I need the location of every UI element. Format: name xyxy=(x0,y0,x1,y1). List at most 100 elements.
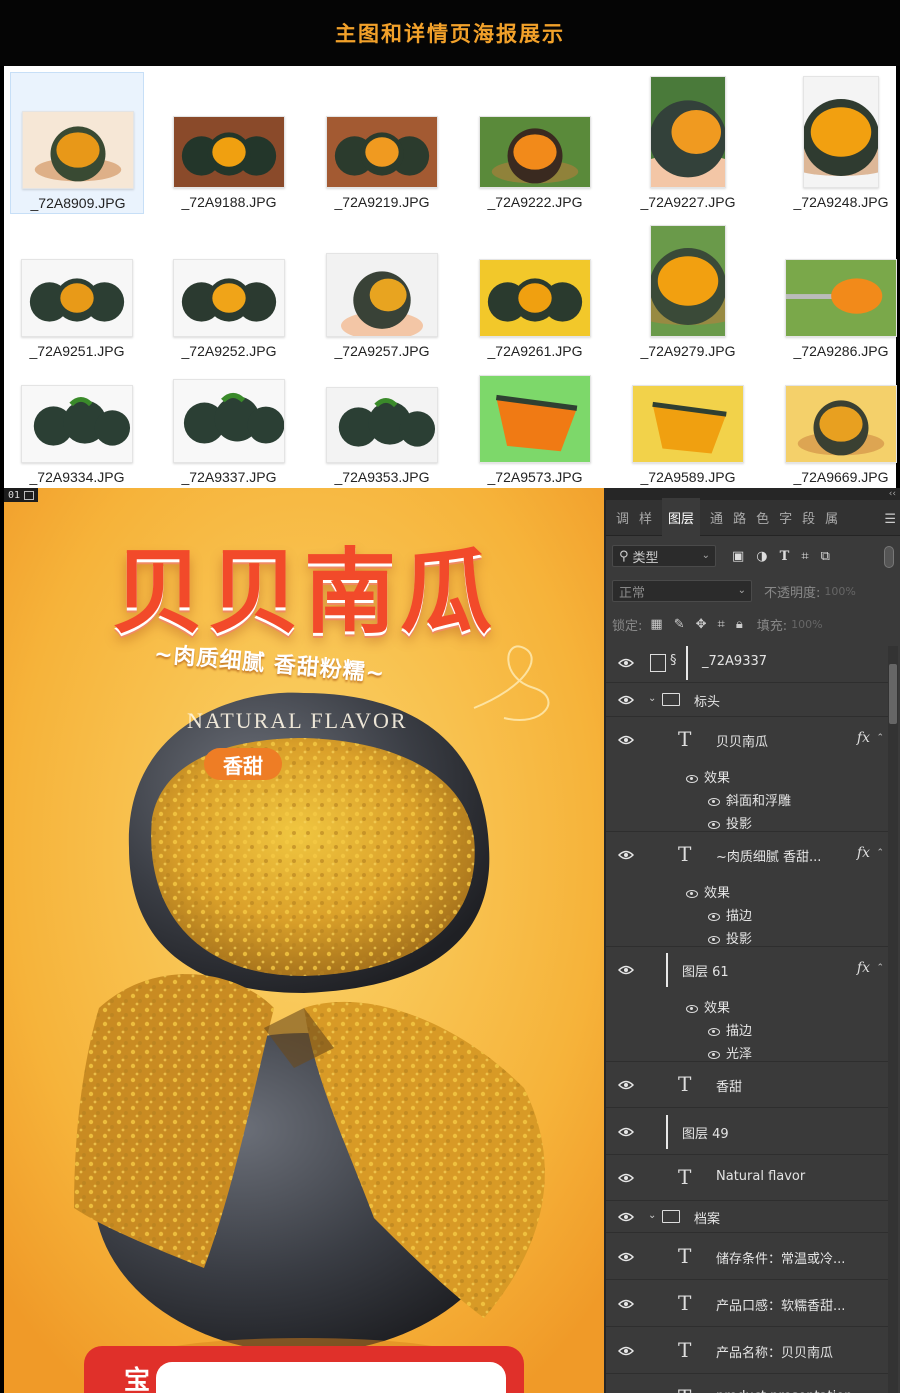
file-thumbnail[interactable] xyxy=(650,225,726,337)
file-thumbnail[interactable] xyxy=(632,385,744,463)
chevron-up-icon[interactable]: ⌃ xyxy=(876,848,884,858)
file-item[interactable]: _72A9188.JPG xyxy=(162,72,296,214)
chevron-up-icon[interactable]: ⌃ xyxy=(876,963,884,973)
effect-visibility-icon[interactable] xyxy=(708,935,720,944)
layer-row[interactable]: Tproduct presentation xyxy=(606,1374,888,1393)
file-thumbnail[interactable] xyxy=(479,116,591,188)
file-thumbnail[interactable] xyxy=(173,379,285,463)
file-item[interactable]: _72A9353.JPG xyxy=(315,341,449,489)
layer-row[interactable]: T 产品口感：软糯香甜... xyxy=(606,1280,888,1327)
fill-input[interactable]: 100% xyxy=(791,618,822,631)
panel-tab[interactable]: 段 xyxy=(802,508,815,527)
file-thumbnail[interactable] xyxy=(326,116,438,188)
file-thumbnail[interactable] xyxy=(22,111,134,189)
layer-row[interactable]: T 香甜 xyxy=(606,1062,888,1108)
file-thumbnail[interactable] xyxy=(326,387,438,463)
effect-item[interactable]: 投影 xyxy=(708,813,752,832)
effect-visibility-icon[interactable] xyxy=(686,1004,698,1013)
effect-visibility-icon[interactable] xyxy=(686,774,698,783)
text-filter-icon[interactable]: T xyxy=(780,549,790,564)
layer-row[interactable]: 图层 61 fx ⌃ 效果 描边 光泽 xyxy=(606,947,888,1062)
file-thumbnail[interactable] xyxy=(479,259,591,337)
file-thumbnail[interactable] xyxy=(21,259,133,337)
effect-visibility-icon[interactable] xyxy=(708,912,720,921)
shape-filter-icon[interactable]: ⌗ xyxy=(801,549,808,564)
panel-tab[interactable]: 图层 xyxy=(662,498,701,537)
file-thumbnail[interactable] xyxy=(326,253,438,337)
layer-list-scrollbar[interactable] xyxy=(888,646,898,1393)
visibility-eye-icon[interactable] xyxy=(618,1252,634,1262)
panel-menu-icon[interactable]: ☰ xyxy=(884,512,896,527)
blend-mode-select[interactable]: 正常 ⌄ xyxy=(612,580,752,602)
effect-item[interactable]: 投影 xyxy=(708,928,752,947)
panel-tab[interactable]: 样 xyxy=(639,508,652,527)
lock-move-icon[interactable]: ✥ xyxy=(696,617,707,632)
visibility-eye-icon[interactable] xyxy=(618,1173,634,1183)
effects-header[interactable]: 效果 xyxy=(686,882,730,901)
file-item[interactable]: _72A9334.JPG xyxy=(10,341,144,489)
smart-object-filter-icon[interactable]: ⧉ xyxy=(821,549,830,564)
visibility-eye-icon[interactable] xyxy=(618,1127,634,1137)
visibility-eye-icon[interactable] xyxy=(618,1212,634,1222)
panel-tab[interactable]: 路 xyxy=(733,508,746,527)
file-item[interactable]: _72A9222.JPG xyxy=(468,72,602,214)
layer-row[interactable]: T 贝贝南瓜 fx ⌃ 效果 斜面和浮雕 投影 xyxy=(606,717,888,832)
fx-icon[interactable]: fx xyxy=(857,960,870,976)
adjustment-filter-icon[interactable]: ◑ xyxy=(756,549,767,564)
effect-item[interactable]: 描边 xyxy=(708,1020,752,1039)
file-item[interactable]: _72A9337.JPG xyxy=(162,341,296,489)
layer-row[interactable]: ⌄ 档案 xyxy=(606,1201,888,1233)
visibility-eye-icon[interactable] xyxy=(618,1346,634,1356)
fx-icon[interactable]: fx xyxy=(857,845,870,861)
panel-tab[interactable]: 通 xyxy=(710,508,723,527)
effect-visibility-icon[interactable] xyxy=(708,820,720,829)
effect-item[interactable]: 描边 xyxy=(708,905,752,924)
pixel-filter-icon[interactable]: ▣ xyxy=(732,549,744,564)
layer-row[interactable]: ⌄ 标头 xyxy=(606,683,888,717)
visibility-eye-icon[interactable] xyxy=(618,1299,634,1309)
poster-canvas[interactable]: 01 贝贝南瓜 ~肉质细腻 香甜粉糯~ NATURAL FLAVOR 香甜 宝 xyxy=(4,488,604,1393)
scrollbar-thumb[interactable] xyxy=(889,664,897,724)
file-item[interactable]: _72A9227.JPG xyxy=(621,72,755,214)
document-tab[interactable]: 01 xyxy=(4,488,39,502)
chevron-up-icon[interactable]: ⌃ xyxy=(876,733,884,743)
effects-header[interactable]: 效果 xyxy=(686,997,730,1016)
visibility-eye-icon[interactable] xyxy=(618,735,634,745)
effect-visibility-icon[interactable] xyxy=(708,797,720,806)
filter-toggle-switch[interactable] xyxy=(884,546,894,568)
lock-transparent-icon[interactable]: ▦ xyxy=(650,617,662,632)
layer-row[interactable]: T Natural flavor xyxy=(606,1155,888,1201)
file-item[interactable]: _72A9589.JPG xyxy=(621,341,755,489)
file-thumbnail[interactable] xyxy=(785,385,897,463)
file-thumbnail[interactable] xyxy=(173,259,285,337)
effects-header[interactable]: 效果 xyxy=(686,767,730,786)
file-thumbnail[interactable] xyxy=(650,76,726,188)
visibility-eye-icon[interactable] xyxy=(618,658,634,668)
effect-item[interactable]: 斜面和浮雕 xyxy=(708,790,791,809)
layer-row[interactable]: § _72A9337 xyxy=(606,643,888,683)
effect-visibility-icon[interactable] xyxy=(708,1050,720,1059)
layer-row[interactable]: T ~肉质细腻 香甜... fx ⌃ 效果 描边 投影 xyxy=(606,832,888,947)
layer-row[interactable]: 图层 49 xyxy=(606,1108,888,1155)
chevron-down-icon[interactable]: ⌄ xyxy=(648,1210,656,1221)
file-item[interactable]: _72A9219.JPG xyxy=(315,72,449,214)
file-thumbnail[interactable] xyxy=(21,385,133,463)
file-item[interactable]: _72A8909.JPG xyxy=(10,72,144,214)
visibility-eye-icon[interactable] xyxy=(618,695,634,705)
panel-tab[interactable]: 字 xyxy=(779,508,792,527)
visibility-eye-icon[interactable] xyxy=(618,1080,634,1090)
file-item[interactable]: _72A9248.JPG xyxy=(774,72,900,214)
layer-row[interactable]: T 储存条件：常温或冷... xyxy=(606,1233,888,1280)
file-thumbnail[interactable] xyxy=(803,76,879,188)
lock-artboard-icon[interactable]: ⌗ xyxy=(718,617,725,632)
opacity-input[interactable]: 100% xyxy=(824,585,855,598)
file-thumbnail[interactable] xyxy=(479,375,591,463)
chevron-down-icon[interactable]: ⌄ xyxy=(648,693,656,704)
effect-item[interactable]: 光泽 xyxy=(708,1043,752,1062)
file-thumbnail[interactable] xyxy=(173,116,285,188)
layer-row[interactable]: T 产品名称：贝贝南瓜 xyxy=(606,1327,888,1374)
file-item[interactable]: _72A9669.JPG xyxy=(774,341,900,489)
panel-collapse-button[interactable]: ‹‹ xyxy=(606,488,900,500)
effect-visibility-icon[interactable] xyxy=(708,1027,720,1036)
panel-tab[interactable]: 色 xyxy=(756,508,769,527)
